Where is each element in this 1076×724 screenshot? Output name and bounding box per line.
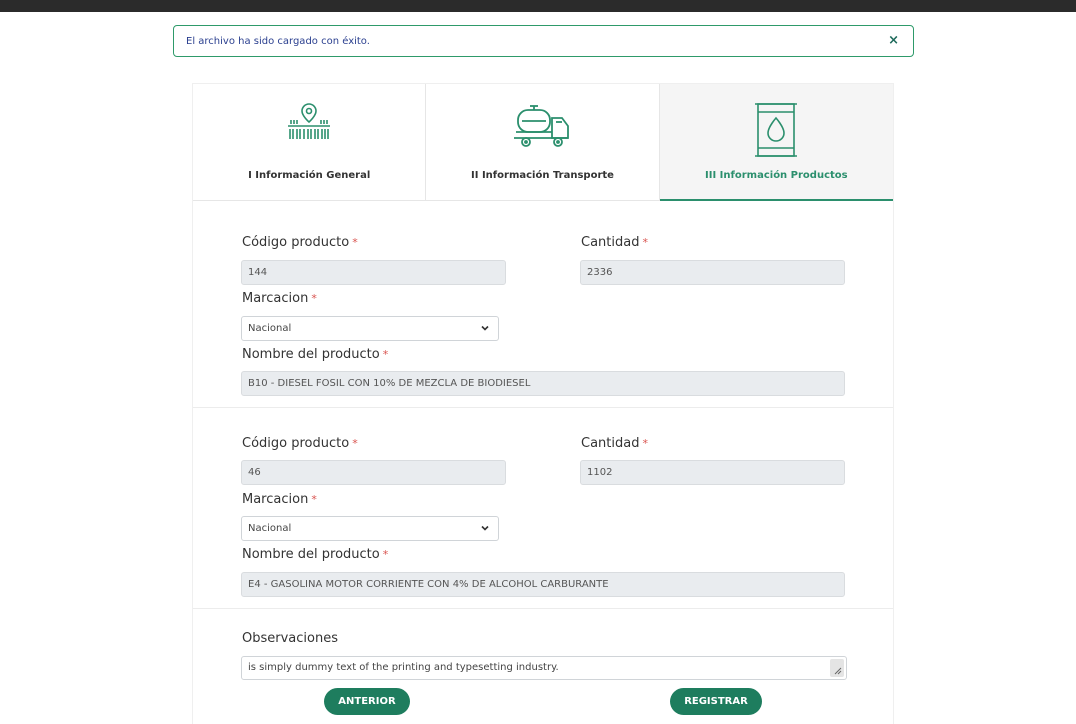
marcacion-label: Marcacion * bbox=[242, 492, 317, 507]
marcacion-selected-value: Nacional bbox=[248, 323, 292, 334]
step-tabs: I Información General II Información Tra… bbox=[193, 84, 893, 201]
nombre-producto-label: Nombre del producto * bbox=[242, 347, 389, 362]
anterior-button[interactable]: ANTERIOR bbox=[324, 688, 410, 715]
section-divider bbox=[193, 608, 893, 609]
codigo-producto-field[interactable]: 144 bbox=[241, 260, 506, 285]
chevron-down-icon bbox=[481, 525, 489, 531]
cantidad-field[interactable]: 1102 bbox=[580, 460, 845, 485]
marcacion-select[interactable]: Nacional bbox=[241, 516, 499, 541]
tab-label: II Información Transporte bbox=[471, 170, 614, 181]
observaciones-textarea[interactable]: is simply dummy text of the printing and… bbox=[241, 656, 847, 680]
tab-informacion-general[interactable]: I Información General bbox=[193, 84, 427, 201]
tab-label: I Información General bbox=[248, 170, 371, 181]
registrar-button[interactable]: REGISTRAR bbox=[670, 688, 762, 715]
nombre-producto-label: Nombre del producto * bbox=[242, 547, 389, 562]
codigo-producto-label: Código producto * bbox=[242, 235, 358, 250]
chevron-down-icon bbox=[481, 325, 489, 331]
tab-informacion-transporte[interactable]: II Información Transporte bbox=[426, 84, 660, 201]
form-card: I Información General II Información Tra… bbox=[193, 84, 893, 724]
cantidad-label: Cantidad * bbox=[581, 436, 648, 451]
alert-message: El archivo ha sido cargado con éxito. bbox=[186, 35, 370, 47]
close-icon[interactable]: × bbox=[888, 33, 899, 49]
nombre-producto-field[interactable]: E4 - GASOLINA MOTOR CORRIENTE CON 4% DE … bbox=[241, 572, 845, 597]
cantidad-label: Cantidad * bbox=[581, 235, 648, 250]
oil-barrel-icon bbox=[755, 103, 798, 157]
marcacion-selected-value: Nacional bbox=[248, 523, 292, 534]
tab-informacion-productos[interactable]: III Información Productos bbox=[659, 84, 893, 201]
marcacion-select[interactable]: Nacional bbox=[241, 316, 499, 341]
observaciones-text: is simply dummy text of the printing and… bbox=[248, 662, 559, 673]
location-barcode-icon bbox=[288, 103, 331, 139]
resize-handle[interactable] bbox=[830, 659, 844, 677]
window-top-bar bbox=[0, 0, 1076, 12]
success-alert: El archivo ha sido cargado con éxito. × bbox=[173, 25, 914, 57]
resize-grip-icon bbox=[834, 667, 842, 675]
cantidad-field[interactable]: 2336 bbox=[580, 260, 845, 285]
observaciones-label: Observaciones bbox=[242, 631, 338, 646]
marcacion-label: Marcacion * bbox=[242, 291, 317, 306]
nombre-producto-field[interactable]: B10 - DIESEL FOSIL CON 10% DE MEZCLA DE … bbox=[241, 371, 845, 396]
tank-truck-icon bbox=[514, 105, 570, 147]
tab-label: III Información Productos bbox=[705, 170, 848, 181]
section-divider bbox=[193, 407, 893, 408]
codigo-producto-field[interactable]: 46 bbox=[241, 460, 506, 485]
codigo-producto-label: Código producto * bbox=[242, 436, 358, 451]
